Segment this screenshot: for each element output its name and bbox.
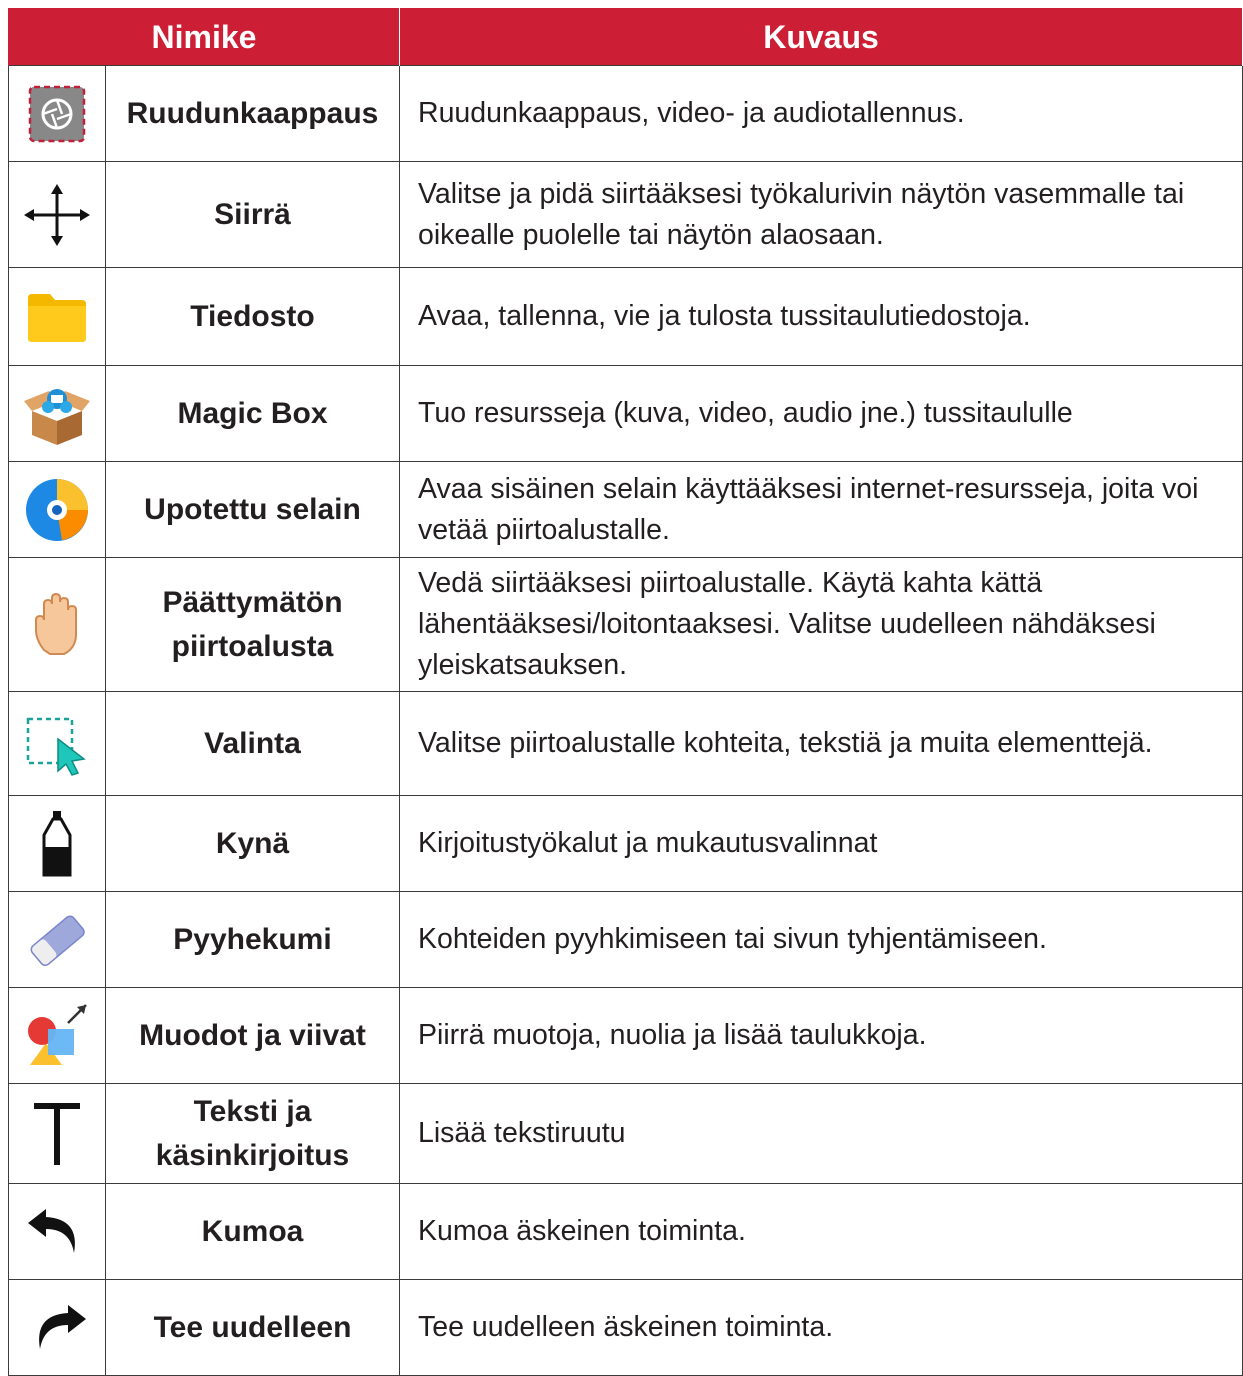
icon-cell bbox=[8, 65, 106, 162]
tool-name: Siirrä bbox=[105, 161, 400, 268]
tool-description: Tuo resursseja (kuva, video, audio jne.)… bbox=[399, 365, 1243, 462]
tool-name: Kynä bbox=[105, 795, 400, 892]
header-description: Kuvaus bbox=[399, 8, 1243, 66]
table-row: Pyyhekumi Kohteiden pyyhkimiseen tai siv… bbox=[8, 891, 1243, 988]
tool-description: Valitse ja pidä siirtääksesi työkalurivi… bbox=[399, 161, 1243, 268]
icon-cell bbox=[8, 557, 106, 692]
tool-description: Kumoa äskeinen toiminta. bbox=[399, 1183, 1243, 1280]
toolbar-reference-table: Nimike Kuvaus Ruudunkaappaus Ruudunkaapp… bbox=[8, 8, 1243, 1376]
table-row: Kumoa Kumoa äskeinen toiminta. bbox=[8, 1183, 1243, 1280]
redo-icon bbox=[22, 1293, 92, 1363]
tool-description: Kirjoitustyökalut ja mukautusvalinnat bbox=[399, 795, 1243, 892]
tool-description: Avaa, tallenna, vie ja tulosta tussitaul… bbox=[399, 267, 1243, 366]
tool-description: Piirrä muotoja, nuolia ja lisää taulukko… bbox=[399, 987, 1243, 1084]
magic-box-icon bbox=[22, 379, 92, 449]
header-name: Nimike bbox=[8, 8, 400, 66]
eraser-icon bbox=[22, 905, 92, 975]
pen-icon bbox=[22, 809, 92, 879]
table-row: Päättymätön piirtoalusta Vedä siirtääkse… bbox=[8, 557, 1243, 692]
tool-name: Pyyhekumi bbox=[105, 891, 400, 988]
tool-description: Tee uudelleen äskeinen toiminta. bbox=[399, 1279, 1243, 1376]
table-row: Muodot ja viivat Piirrä muotoja, nuolia … bbox=[8, 987, 1243, 1084]
tool-name: Teksti ja käsinkirjoitus bbox=[105, 1083, 400, 1184]
move-icon bbox=[22, 180, 92, 250]
tool-description: Valitse piirtoalustalle kohteita, teksti… bbox=[399, 691, 1243, 796]
icon-cell bbox=[8, 987, 106, 1084]
tool-description: Vedä siirtääksesi piirtoalustalle. Käytä… bbox=[399, 557, 1243, 692]
tool-description: Avaa sisäinen selain käyttääksesi intern… bbox=[399, 461, 1243, 558]
tool-name: Kumoa bbox=[105, 1183, 400, 1280]
tool-description: Ruudunkaappaus, video- ja audiotallennus… bbox=[399, 65, 1243, 162]
table-row: Teksti ja käsinkirjoitus Lisää tekstiruu… bbox=[8, 1083, 1243, 1184]
tool-name: Valinta bbox=[105, 691, 400, 796]
selection-icon bbox=[22, 709, 92, 779]
icon-cell bbox=[8, 161, 106, 268]
table-header-row: Nimike Kuvaus bbox=[8, 8, 1243, 66]
table-row: Upotettu selain Avaa sisäinen selain käy… bbox=[8, 461, 1243, 558]
hand-icon bbox=[22, 590, 92, 660]
tool-name: Magic Box bbox=[105, 365, 400, 462]
tool-description: Lisää tekstiruutu bbox=[399, 1083, 1243, 1184]
table-row: Valinta Valitse piirtoalustalle kohteita… bbox=[8, 691, 1243, 796]
text-icon bbox=[22, 1099, 92, 1169]
tool-description: Kohteiden pyyhkimiseen tai sivun tyhjent… bbox=[399, 891, 1243, 988]
screenshot-icon bbox=[22, 79, 92, 149]
folder-icon bbox=[22, 282, 92, 352]
tool-name: Tee uudelleen bbox=[105, 1279, 400, 1376]
tool-name: Päättymätön piirtoalusta bbox=[105, 557, 400, 692]
table-row: Ruudunkaappaus Ruudunkaappaus, video- ja… bbox=[8, 65, 1243, 162]
icon-cell bbox=[8, 795, 106, 892]
undo-icon bbox=[22, 1197, 92, 1267]
icon-cell bbox=[8, 1183, 106, 1280]
icon-cell bbox=[8, 691, 106, 796]
tool-name: Muodot ja viivat bbox=[105, 987, 400, 1084]
icon-cell bbox=[8, 365, 106, 462]
icon-cell bbox=[8, 267, 106, 366]
icon-cell bbox=[8, 1083, 106, 1184]
table-row: Tee uudelleen Tee uudelleen äskeinen toi… bbox=[8, 1279, 1243, 1376]
browser-icon bbox=[22, 475, 92, 545]
shapes-icon bbox=[22, 1001, 92, 1071]
icon-cell bbox=[8, 461, 106, 558]
icon-cell bbox=[8, 891, 106, 988]
tool-name: Upotettu selain bbox=[105, 461, 400, 558]
tool-name: Tiedosto bbox=[105, 267, 400, 366]
tool-name: Ruudunkaappaus bbox=[105, 65, 400, 162]
table-row: Kynä Kirjoitustyökalut ja mukautusvalinn… bbox=[8, 795, 1243, 892]
icon-cell bbox=[8, 1279, 106, 1376]
table-row: Tiedosto Avaa, tallenna, vie ja tulosta … bbox=[8, 267, 1243, 366]
table-row: Magic Box Tuo resursseja (kuva, video, a… bbox=[8, 365, 1243, 462]
table-row: Siirrä Valitse ja pidä siirtääksesi työk… bbox=[8, 161, 1243, 268]
